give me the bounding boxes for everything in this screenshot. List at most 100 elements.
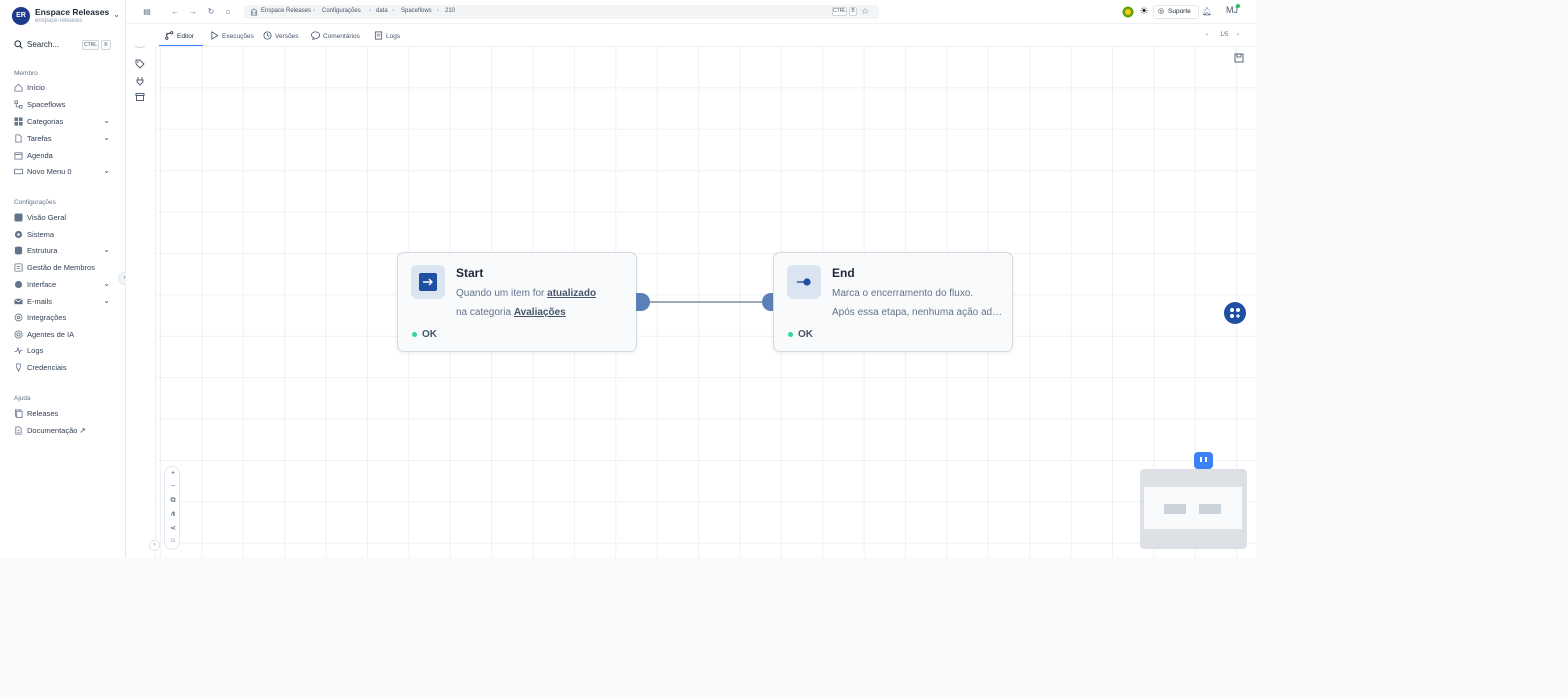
flow-node-start[interactable]: Start Quando um item for atualizado na c… xyxy=(397,252,637,352)
section-label-member: Membro xyxy=(14,70,38,77)
bell-icon[interactable]: 🔔︎ xyxy=(1201,6,1213,18)
end-dot-icon xyxy=(797,278,811,286)
breadcrumb: Enspace Releases › Configurações › data … xyxy=(244,5,879,19)
kbd-ctrl: CTRL xyxy=(832,7,847,16)
chevron-down-icon: ⌄ xyxy=(103,166,110,175)
forward-arrow-icon[interactable]: → xyxy=(187,6,199,18)
lock-icon[interactable]: ⌂ xyxy=(165,537,181,544)
reload-icon[interactable]: ↻ xyxy=(205,6,217,18)
kbd-ctrl: CTRL xyxy=(82,40,99,50)
chevron-left-icon[interactable]: ‹ xyxy=(1206,32,1208,38)
sidebar-item-sistema[interactable]: Sistema xyxy=(14,229,112,241)
minimap[interactable] xyxy=(1140,469,1247,549)
sidebar-item-label: Agenda xyxy=(27,151,53,160)
archive-icon[interactable] xyxy=(135,92,145,102)
support-button[interactable]: ◎ Suporte xyxy=(1153,5,1199,19)
chevron-down-icon: ⌄ xyxy=(103,296,110,305)
node-desc-text: na categoria xyxy=(456,307,514,318)
fit-view-icon[interactable]: ⧉ xyxy=(165,497,181,505)
layout-horizontal-icon[interactable]: ⋖ xyxy=(165,524,181,532)
back-arrow-icon[interactable]: ← xyxy=(169,6,181,18)
sidebar-item-categorias[interactable]: Categorias ⌄ xyxy=(14,116,112,128)
database-icon xyxy=(14,246,23,255)
sidebar-item-label: Credenciais xyxy=(27,363,67,372)
keyboard-icon xyxy=(14,168,23,175)
home-icon[interactable]: ⌂ xyxy=(222,6,234,18)
breadcrumb-item[interactable]: 210 xyxy=(445,8,455,14)
sidebar-item-tarefas[interactable]: Tarefas ⌄ xyxy=(14,133,112,145)
tab-execucoes[interactable]: Execuções xyxy=(210,31,254,40)
sidebar-item-logs[interactable]: Logs xyxy=(14,345,112,357)
breadcrumb-separator: › xyxy=(392,8,394,14)
zoom-controls: + − ⧉ ⋔ ⋖ ⌂ xyxy=(164,466,180,550)
sidebar-item-label: Agentes de IA xyxy=(27,330,75,339)
chevron-down-icon: ⌄ xyxy=(113,10,120,19)
zoom-in-icon[interactable]: + xyxy=(165,470,181,477)
breadcrumb-item[interactable]: Configurações xyxy=(322,8,361,14)
tab-versoes[interactable]: Versões xyxy=(263,31,299,40)
sidebar-item-emails[interactable]: E-mails ⌄ xyxy=(14,296,112,308)
workspace-switcher[interactable]: ER Enspace Releases enspace-releases ⌄ xyxy=(12,5,120,27)
branch-icon xyxy=(165,31,174,40)
layout-vertical-icon[interactable]: ⋔ xyxy=(165,510,181,518)
sidebar-item-spaceflows[interactable]: Spaceflows xyxy=(14,99,112,111)
node-desc-link[interactable]: Avaliações xyxy=(514,307,566,318)
node-status: OK xyxy=(788,329,813,340)
chevron-right-icon[interactable]: › xyxy=(1237,32,1239,38)
online-status-dot xyxy=(1236,4,1240,8)
sidebar-item-novo-menu[interactable]: Novo Menu 0 ⌄ xyxy=(14,166,112,178)
status-globe-icon[interactable] xyxy=(1122,6,1134,18)
search-button[interactable]: Search... CTRL K xyxy=(14,39,112,52)
node-desc-line: Marca o encerramento do fluxo. xyxy=(832,288,974,299)
sidebar-item-estrutura[interactable]: Estrutura ⌄ xyxy=(14,245,112,257)
node-desc-text: Quando um item for xyxy=(456,288,548,299)
app-window: ER Enspace Releases enspace-releases ⌄ S… xyxy=(0,0,1256,558)
chevron-right-icon[interactable]: › xyxy=(149,540,160,551)
save-icon[interactable] xyxy=(1234,53,1244,63)
zoom-out-icon[interactable]: − xyxy=(165,483,181,490)
plug-icon[interactable] xyxy=(135,76,145,86)
flow-edge xyxy=(647,301,767,303)
calendar-icon xyxy=(14,152,23,160)
sidebar-item-gestao-membros[interactable]: Gestão de Membros xyxy=(14,262,112,274)
node-desc-link[interactable]: atualizado xyxy=(547,288,596,299)
breadcrumb-item[interactable]: data xyxy=(376,8,388,14)
tab-editor[interactable]: Editor xyxy=(165,31,194,40)
sidebar-item-releases[interactable]: Releases xyxy=(14,408,112,420)
gear-icon xyxy=(14,230,23,239)
sun-icon[interactable]: ☀ xyxy=(1138,6,1150,18)
breadcrumb-item[interactable]: Spaceflows xyxy=(401,8,432,14)
tab-comentarios[interactable]: Comentários xyxy=(311,31,360,40)
chevron-down-icon: ⌄ xyxy=(103,133,110,142)
sidebar-item-agentes-ia[interactable]: Agentes de IA xyxy=(14,329,112,341)
flow-node-end[interactable]: End Marca o encerramento do fluxo. Após … xyxy=(773,252,1013,352)
tag-icon[interactable] xyxy=(135,59,145,69)
sidebar-toggle-icon[interactable]: ▤ xyxy=(141,6,153,18)
add-node-button[interactable] xyxy=(1224,302,1246,324)
breadcrumb-item[interactable]: Enspace Releases xyxy=(261,8,311,14)
play-icon xyxy=(211,31,219,40)
sidebar-item-label: Novo Menu 0 xyxy=(27,167,72,176)
tab-logs[interactable]: Logs xyxy=(374,31,400,40)
chevron-down-icon: ⌄ xyxy=(103,116,110,125)
sidebar-item-label: E-mails xyxy=(27,297,53,306)
assistant-bot-button[interactable] xyxy=(1194,452,1213,469)
sidebar-item-integracoes[interactable]: Integrações xyxy=(14,312,112,324)
flow-canvas[interactable]: Start Quando um item for atualizado na c… xyxy=(149,46,1256,558)
sidebar-item-documentacao[interactable]: Documentação ↗ xyxy=(14,425,112,437)
sidebar-item-credenciais[interactable]: Credenciais xyxy=(14,362,112,374)
sidebar-item-interface[interactable]: Interface ⌄ xyxy=(14,279,112,291)
tab-label: Comentários xyxy=(323,33,360,40)
building-icon xyxy=(250,8,258,16)
kbd-b: B xyxy=(849,7,857,16)
enter-icon xyxy=(419,273,437,291)
node-output-handle[interactable] xyxy=(636,293,650,311)
sidebar-item-agenda[interactable]: Agenda xyxy=(14,150,112,162)
grid-icon xyxy=(14,117,23,126)
breadcrumb-separator: › xyxy=(437,8,439,14)
star-icon[interactable]: ☆ xyxy=(861,6,869,17)
sidebar-item-visao-geral[interactable]: Visão Geral xyxy=(14,212,112,224)
node-description: Marca o encerramento do fluxo. Após essa… xyxy=(832,284,1004,322)
integration-icon xyxy=(14,313,23,322)
sidebar-item-inicio[interactable]: Início xyxy=(14,82,112,94)
